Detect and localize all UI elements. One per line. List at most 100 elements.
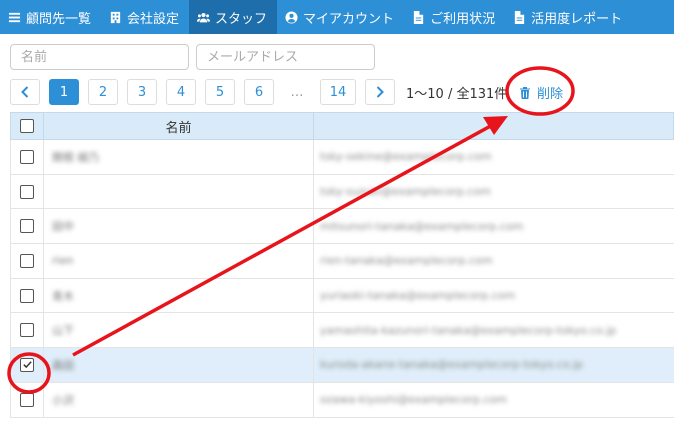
nav-item-staff[interactable]: スタッフ (189, 0, 278, 34)
table-row[interactable]: tsky-suzuki@examplecorp.com (10, 174, 674, 210)
delete-button[interactable]: 削除 (519, 83, 563, 102)
row-name-cell: 小沢 (44, 382, 314, 417)
building-icon (108, 10, 122, 24)
page-button-6[interactable]: 6 (244, 79, 274, 105)
staff-email: yuriaoki-tanaka@examplecorp.com (320, 289, 516, 303)
row-name-cell: rien (44, 244, 314, 278)
staff-table: 名前 関根 綾乃 tsky-sekine@examplecorp.com tsky-… (10, 112, 674, 418)
row-email-cell: kuroda-akane-tanaka@examplecorp-tokyo.co… (314, 348, 674, 382)
staff-name: 青木 (52, 289, 74, 303)
trash-icon (520, 87, 530, 99)
row-checkbox-cell (11, 313, 44, 348)
page-button-last[interactable]: 14 (320, 79, 356, 105)
row-email-cell: mitsunori-tanaka@examplecorp.com (314, 209, 674, 243)
table-row[interactable]: rien rien-tanaka@examplecorp.com (10, 244, 674, 279)
staff-name: rien (52, 254, 74, 268)
table-body: 関根 綾乃 tsky-sekine@examplecorp.com tsky-suz… (10, 140, 674, 418)
header-checkbox-cell (11, 113, 44, 139)
staff-name: 田中 (52, 220, 74, 234)
row-checkbox[interactable] (20, 323, 34, 338)
chevron-left-icon (21, 86, 29, 98)
nav-item-label: スタッフ (215, 11, 268, 27)
staff-name: 森田 (52, 358, 74, 372)
row-email-cell: tsky-sekine@examplecorp.com (314, 140, 674, 174)
nav-item-label: マイアカウント (303, 11, 395, 27)
pagination-ellipsis: … (283, 79, 311, 105)
row-checkbox[interactable] (20, 184, 34, 199)
select-all-checkbox[interactable] (20, 119, 34, 133)
nav-item-clients[interactable]: 顧問先一覧 (0, 0, 101, 34)
row-checkbox-cell (11, 278, 44, 313)
row-checkbox[interactable] (20, 357, 34, 372)
row-email-cell: yamashita-kazunori-tanaka@examplecorp-to… (314, 313, 674, 347)
staff-email: rien-tanaka@examplecorp.com (320, 254, 493, 268)
row-checkbox-cell (11, 209, 44, 244)
users-icon (196, 10, 210, 24)
delete-label: 削除 (537, 87, 564, 102)
row-name-cell: 森田 (44, 348, 314, 382)
page-button-5[interactable]: 5 (205, 79, 235, 105)
table-row[interactable]: 田中 mitsunori-tanaka@examplecorp.com (10, 209, 674, 245)
row-name-cell: 山下 (44, 313, 314, 348)
page-button-2[interactable]: 2 (88, 79, 118, 105)
nav-item-utilization-report[interactable]: 活用度レポート (505, 0, 632, 34)
pagination: 1 2 3 4 5 6 … 14 1〜10 / 全131件 (10, 79, 507, 105)
staff-name: 小沢 (52, 393, 74, 407)
user-circle-icon (284, 10, 298, 24)
table-header: 名前 (10, 112, 674, 140)
staff-email: mitsunori-tanaka@examplecorp.com (320, 219, 524, 233)
column-header-email (314, 113, 673, 139)
row-checkbox[interactable] (20, 392, 34, 407)
name-search-input[interactable] (10, 44, 189, 70)
row-checkbox[interactable] (20, 288, 34, 303)
table-row[interactable]: 森田 kuroda-akane-tanaka@examplecorp-tokyo.… (10, 348, 674, 383)
staff-name: 山下 (52, 324, 74, 338)
chevron-right-icon (376, 86, 384, 98)
row-checkbox[interactable] (20, 219, 34, 234)
row-checkbox-cell (11, 382, 44, 417)
prev-page-button[interactable] (10, 79, 40, 105)
nav-item-company-settings[interactable]: 会社設定 (101, 0, 189, 34)
list-icon (7, 10, 21, 24)
nav-item-label: 会社設定 (127, 11, 180, 27)
nav-item-label: 顧問先一覧 (26, 11, 92, 27)
staff-name: 関根 綾乃 (52, 150, 100, 164)
column-header-name[interactable]: 名前 (44, 113, 314, 139)
nav-item-usage[interactable]: ご利用状況 (404, 0, 505, 34)
table-row[interactable]: 青木 yuriaoki-tanaka@examplecorp.com (10, 278, 674, 314)
page-button-1[interactable]: 1 (49, 79, 79, 105)
staff-email: tsky-sekine@examplecorp.com (320, 150, 492, 164)
next-page-button[interactable] (365, 79, 395, 105)
row-email-cell: tsky-suzuki@examplecorp.com (314, 175, 674, 209)
page-button-3[interactable]: 3 (127, 79, 157, 105)
row-name-cell: 田中 (44, 209, 314, 244)
row-name-cell (44, 174, 314, 209)
pagination-info: 1〜10 / 全131件 (406, 86, 508, 102)
row-name-cell: 関根 綾乃 (44, 140, 314, 174)
file-icon (512, 10, 526, 24)
staff-email: tsky-suzuki@examplecorp.com (320, 185, 491, 199)
row-checkbox[interactable] (20, 149, 34, 164)
check-icon (22, 361, 32, 369)
row-name-cell: 青木 (44, 278, 314, 313)
nav-item-label: 活用度レポート (531, 11, 623, 27)
table-row[interactable]: 小沢 ozawa-kiyoshi@examplecorp.com (10, 382, 674, 418)
row-checkbox-cell (11, 348, 44, 382)
row-checkbox[interactable] (20, 253, 34, 268)
row-email-cell: rien-tanaka@examplecorp.com (314, 244, 674, 278)
staff-email: yamashita-kazunori-tanaka@examplecorp-to… (320, 323, 617, 337)
row-checkbox-cell (11, 244, 44, 278)
row-email-cell: ozawa-kiyoshi@examplecorp.com (314, 383, 674, 417)
table-row[interactable]: 関根 綾乃 tsky-sekine@examplecorp.com (10, 140, 674, 175)
row-checkbox-cell (11, 174, 44, 209)
page-button-4[interactable]: 4 (166, 79, 196, 105)
staff-email: kuroda-akane-tanaka@examplecorp-tokyo.co… (320, 358, 584, 372)
table-row[interactable]: 山下 yamashita-kazunori-tanaka@examplecorp-… (10, 313, 674, 349)
file-icon (411, 10, 425, 24)
row-checkbox-cell (11, 140, 44, 174)
email-search-input[interactable] (196, 44, 375, 70)
row-email-cell: yuriaoki-tanaka@examplecorp.com (314, 279, 674, 313)
staff-email: ozawa-kiyoshi@examplecorp.com (320, 393, 507, 407)
nav-item-my-account[interactable]: マイアカウント (277, 0, 404, 34)
nav-item-label: ご利用状況 (430, 11, 496, 27)
